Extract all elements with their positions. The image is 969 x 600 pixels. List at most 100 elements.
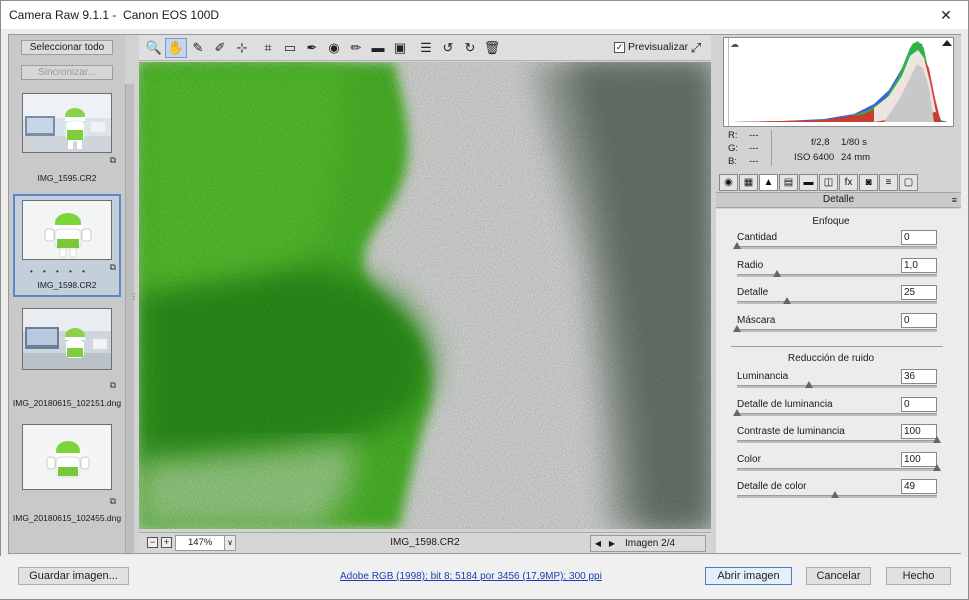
tab-lens-corrections[interactable]: ◫ xyxy=(819,173,838,191)
camera-calibration-icon[interactable]: ◙ xyxy=(865,177,871,188)
slider-value-field[interactable]: 0 xyxy=(901,230,937,245)
thumbnail-image[interactable] xyxy=(22,308,112,370)
close-icon[interactable]: ✕ xyxy=(940,7,952,24)
preferences-icon[interactable]: ☰ xyxy=(420,40,432,56)
white-balance-tool-button[interactable]: ✎ xyxy=(187,38,209,58)
hand-tool-button[interactable]: ✋ xyxy=(165,37,187,58)
thumbnail-item[interactable]: ⧉ IMG_20180615_102151.dng xyxy=(12,308,122,413)
trash-tool-button[interactable]: 🗑 xyxy=(481,38,503,58)
slider-track[interactable] xyxy=(737,301,937,304)
filmstrip-scrollbar[interactable] xyxy=(125,84,134,553)
slider-track[interactable] xyxy=(737,328,937,332)
cancel-button[interactable]: Cancelar xyxy=(806,567,871,585)
tab-basic[interactable]: ◉ xyxy=(719,173,738,191)
slider-handle[interactable] xyxy=(733,242,741,249)
slider-value-field[interactable]: 100 xyxy=(901,451,937,467)
white-balance-icon[interactable]: ✎ xyxy=(193,40,204,56)
preferences-tool-button[interactable]: ☰ xyxy=(415,38,437,58)
crop-icon[interactable]: ⌗ xyxy=(264,40,271,56)
rotate-cw-icon[interactable]: ↻ xyxy=(465,40,476,56)
slider-value-field[interactable]: 49 xyxy=(901,479,937,494)
open-image-button[interactable]: Abrir imagen xyxy=(705,567,792,585)
slider-handle[interactable] xyxy=(733,324,741,332)
slider-handle[interactable] xyxy=(773,269,781,277)
slider-value-field[interactable]: 0 xyxy=(901,396,937,412)
split-toning-icon[interactable]: ▬ xyxy=(804,177,814,188)
slider-value-field[interactable]: 0 xyxy=(901,312,937,328)
adjustment-brush-icon[interactable]: ✏ xyxy=(351,40,362,56)
slider-track[interactable] xyxy=(737,385,937,388)
slider-value-field[interactable]: 1,0 xyxy=(901,257,937,273)
fullscreen-icon[interactable]: ⤢ xyxy=(691,40,701,56)
rotate-cw-tool-button[interactable]: ↻ xyxy=(459,38,481,58)
basic-icon[interactable]: ◉ xyxy=(724,177,733,188)
panel-menu-icon[interactable]: ≡ xyxy=(952,193,957,207)
rotate-ccw-icon[interactable]: ↺ xyxy=(443,40,454,56)
spot-removal-tool-button[interactable]: ✒ xyxy=(301,38,323,58)
tab-hsl[interactable]: ▤ xyxy=(779,173,798,191)
detail-icon[interactable]: ▲ xyxy=(764,177,774,188)
slider-handle[interactable] xyxy=(933,463,941,471)
straighten-tool-button[interactable]: ▭ xyxy=(279,38,301,58)
tab-split-toning[interactable]: ▬ xyxy=(799,173,818,191)
slider-track[interactable] xyxy=(737,273,937,277)
effects-icon[interactable]: fx xyxy=(845,177,853,188)
zoom-icon[interactable]: 🔍 xyxy=(146,40,162,56)
workflow-options-link[interactable]: Adobe RGB (1998); bit 8; 5184 por 3456 (… xyxy=(340,571,602,582)
synchronize-button[interactable]: Sincronizar... xyxy=(21,65,113,80)
slider-track[interactable] xyxy=(737,467,937,471)
tab-snapshots[interactable]: ▢ xyxy=(899,173,918,191)
filmstrip-resize-handle-icon[interactable]: ⋮ xyxy=(130,292,138,301)
thumbnail-image[interactable] xyxy=(22,200,112,260)
graduated-filter-icon[interactable]: ▬ xyxy=(372,40,385,55)
slider-value-field[interactable]: 25 xyxy=(901,285,937,300)
slider-track[interactable] xyxy=(737,246,937,249)
thumbnail-item[interactable]: ⧉ IMG_1595.CR2 xyxy=(12,93,122,188)
slider-handle[interactable] xyxy=(831,491,839,498)
shadow-clipping-icon[interactable]: ☁ xyxy=(730,39,739,49)
thumbnail-image[interactable] xyxy=(22,93,112,153)
slider-handle[interactable] xyxy=(933,436,941,443)
red-eye-tool-button[interactable]: ◉ xyxy=(323,38,345,58)
zoom-tool-button[interactable]: 🔍 xyxy=(143,38,165,58)
tone-curve-icon[interactable]: ▦ xyxy=(744,177,753,188)
slider-value-field[interactable]: 36 xyxy=(901,369,937,384)
slider-track[interactable] xyxy=(737,412,937,416)
select-all-button[interactable]: Seleccionar todo xyxy=(21,40,113,55)
slider-handle[interactable] xyxy=(733,408,741,416)
rotate-ccw-tool-button[interactable]: ↺ xyxy=(437,38,459,58)
snapshots-icon[interactable]: ▢ xyxy=(904,177,913,188)
preview-toggle[interactable]: ✓ Previsualizar xyxy=(614,41,688,53)
color-sampler-icon[interactable]: ✐ xyxy=(215,40,226,56)
hand-icon[interactable]: ✋ xyxy=(168,40,184,56)
slider-handle[interactable] xyxy=(783,297,791,304)
color-sampler-tool-button[interactable]: ✐ xyxy=(209,38,231,58)
next-image-button[interactable]: ▶ xyxy=(605,539,619,548)
done-button[interactable]: Hecho xyxy=(886,567,951,585)
spot-removal-icon[interactable]: ✒ xyxy=(307,40,318,56)
previous-image-button[interactable]: ◀ xyxy=(591,539,605,548)
targeted-adjustment-icon[interactable]: ⊹ xyxy=(237,40,248,56)
slider-track[interactable] xyxy=(737,440,937,443)
radial-filter-tool-button[interactable]: ▣ xyxy=(389,38,411,58)
tab-camera-calibration[interactable]: ◙ xyxy=(859,173,878,191)
slider-handle[interactable] xyxy=(805,381,813,388)
graduated-filter-tool-button[interactable]: ▬ xyxy=(367,38,389,58)
crop-tool-button[interactable]: ⌗ xyxy=(257,38,279,58)
tab-tone-curve[interactable]: ▦ xyxy=(739,173,758,191)
radial-filter-icon[interactable]: ▣ xyxy=(394,40,406,56)
adjustment-brush-tool-button[interactable]: ✏ xyxy=(345,38,367,58)
preview-checkbox[interactable]: ✓ xyxy=(614,41,625,53)
tab-effects[interactable]: fx xyxy=(839,173,858,191)
close-window-button[interactable]: ✕ xyxy=(924,1,968,29)
straighten-icon[interactable]: ▭ xyxy=(284,40,296,56)
trash-icon[interactable]: 🗑 xyxy=(484,40,501,56)
lens-corrections-icon[interactable]: ◫ xyxy=(824,177,833,188)
fullscreen-button[interactable]: ⤢ xyxy=(686,38,706,58)
tab-presets[interactable]: ≡ xyxy=(879,173,898,191)
hsl-icon[interactable]: ▤ xyxy=(784,177,793,188)
thumbnail-item[interactable]: ⧉ IMG_20180615_102455.dng xyxy=(12,424,122,524)
image-preview[interactable] xyxy=(139,62,711,529)
slider-value-field[interactable]: 100 xyxy=(901,424,937,439)
thumbnail-item-selected[interactable]: ⧉ IMG_1598.CR2 xyxy=(12,200,122,295)
